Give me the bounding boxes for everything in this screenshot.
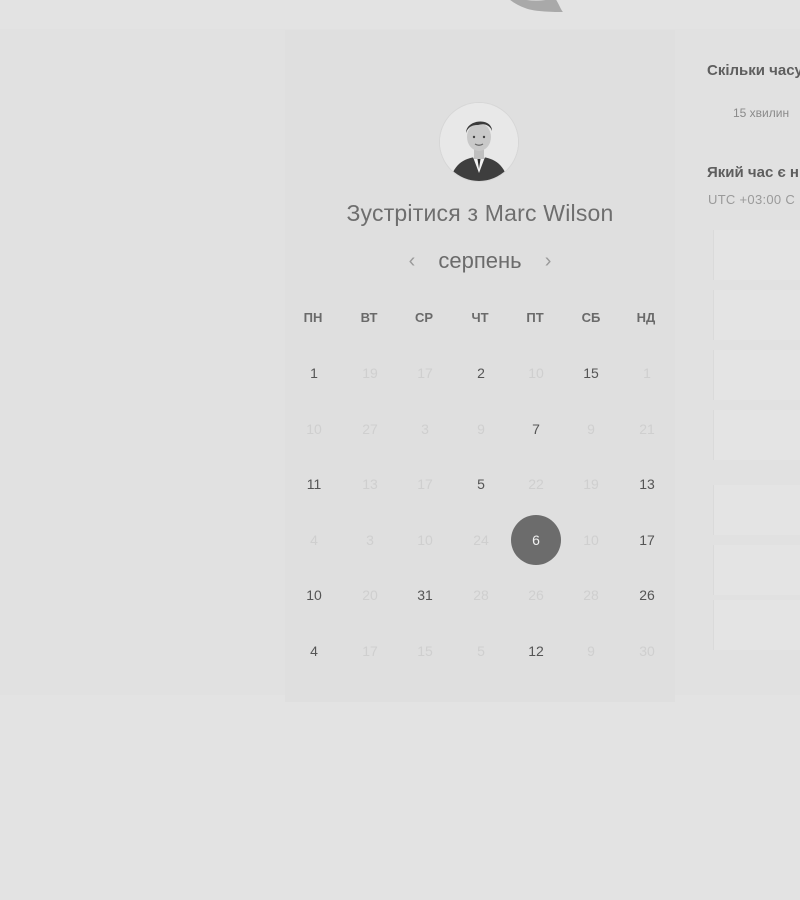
person-photo-icon [440,103,518,181]
calendar-day: 10 [417,532,433,548]
weekday-label: СБ [581,310,601,325]
calendar-day[interactable]: 11 [290,460,338,508]
calendar-day: 10 [528,365,544,381]
duration-question: Скільки часу [707,62,800,79]
weekday-label: НД [636,310,656,325]
month-navigation: ‹ серпень › [285,248,675,278]
calendar-day: 5 [477,643,485,659]
calendar-day: 1 [643,365,651,381]
calendar-day[interactable]: 7 [512,405,560,453]
calendar-day[interactable]: 2 [457,349,505,397]
duration-option[interactable]: 15 хвилин [733,106,789,120]
calendar-day: 28 [473,587,489,603]
time-slot[interactable] [713,350,800,400]
calendar-day: 9 [587,421,595,437]
time-slot[interactable] [713,600,800,650]
calendar-day: 17 [417,365,433,381]
calendar-day: 28 [583,587,599,603]
calendar-day: 26 [528,587,544,603]
calendar-day: 27 [362,421,378,437]
time-slot[interactable] [713,230,800,280]
calendar-day: 24 [473,532,489,548]
weekday-label: СР [414,310,434,325]
chevron-right-icon[interactable]: › [540,250,556,273]
weekday-header: ПН ВТ СР ЧТ ПТ СБ НД [285,310,675,330]
host-avatar [440,103,518,181]
calendar-day[interactable]: 26 [623,571,671,619]
calendar-day[interactable]: 5 [457,460,505,508]
calendar-day: 4 [310,532,318,548]
weekday-label: ЧТ [471,310,489,325]
month-label: серпень [438,248,522,273]
time-question: Який час є н [707,164,799,181]
calendar-day[interactable]: 15 [567,349,615,397]
calendar-day: 3 [421,421,429,437]
calendar-day: 30 [639,643,655,659]
calendar-day: 3 [366,532,374,548]
calendar-day: 9 [587,643,595,659]
time-slot[interactable] [713,410,800,460]
chevron-left-icon[interactable]: ‹ [404,250,420,273]
calendar-day[interactable]: 17 [623,516,671,564]
calendar-day: 21 [639,421,655,437]
time-slot[interactable] [713,485,800,535]
calendar-day: 19 [362,365,378,381]
calendar-day[interactable]: 4 [290,627,338,675]
calendar-day: 22 [528,476,544,492]
selected-day[interactable]: 6 [511,515,561,565]
calendar-day[interactable]: 31 [401,571,449,619]
logo-icon [510,0,563,12]
calendar-day: 13 [362,476,378,492]
page-title: Зустрітися з Marc Wilson [346,200,614,226]
time-slot[interactable] [713,545,800,595]
time-slot[interactable] [713,290,800,340]
calendar-day: 20 [362,587,378,603]
calendar-day[interactable]: 10 [290,571,338,619]
calendar-day: 19 [583,476,599,492]
calendar-day: 9 [477,421,485,437]
calendar-day: 10 [306,421,322,437]
calendar-day[interactable]: 1 [290,349,338,397]
weekday-label: ПТ [526,310,544,325]
weekday-label: ПН [303,310,323,325]
calendar-day: 17 [417,476,433,492]
calendar-day[interactable]: 12 [512,627,560,675]
calendar-day: 15 [417,643,433,659]
calendar-day[interactable]: 13 [623,460,671,508]
calendar-day: 17 [362,643,378,659]
calendar-day: 10 [583,532,599,548]
booking-page: Зустрітися з Marc Wilson ‹ серпень › ПН … [0,0,800,900]
weekday-label: ВТ [360,310,378,325]
timezone-select[interactable]: UTC +03:00 С [708,192,795,207]
